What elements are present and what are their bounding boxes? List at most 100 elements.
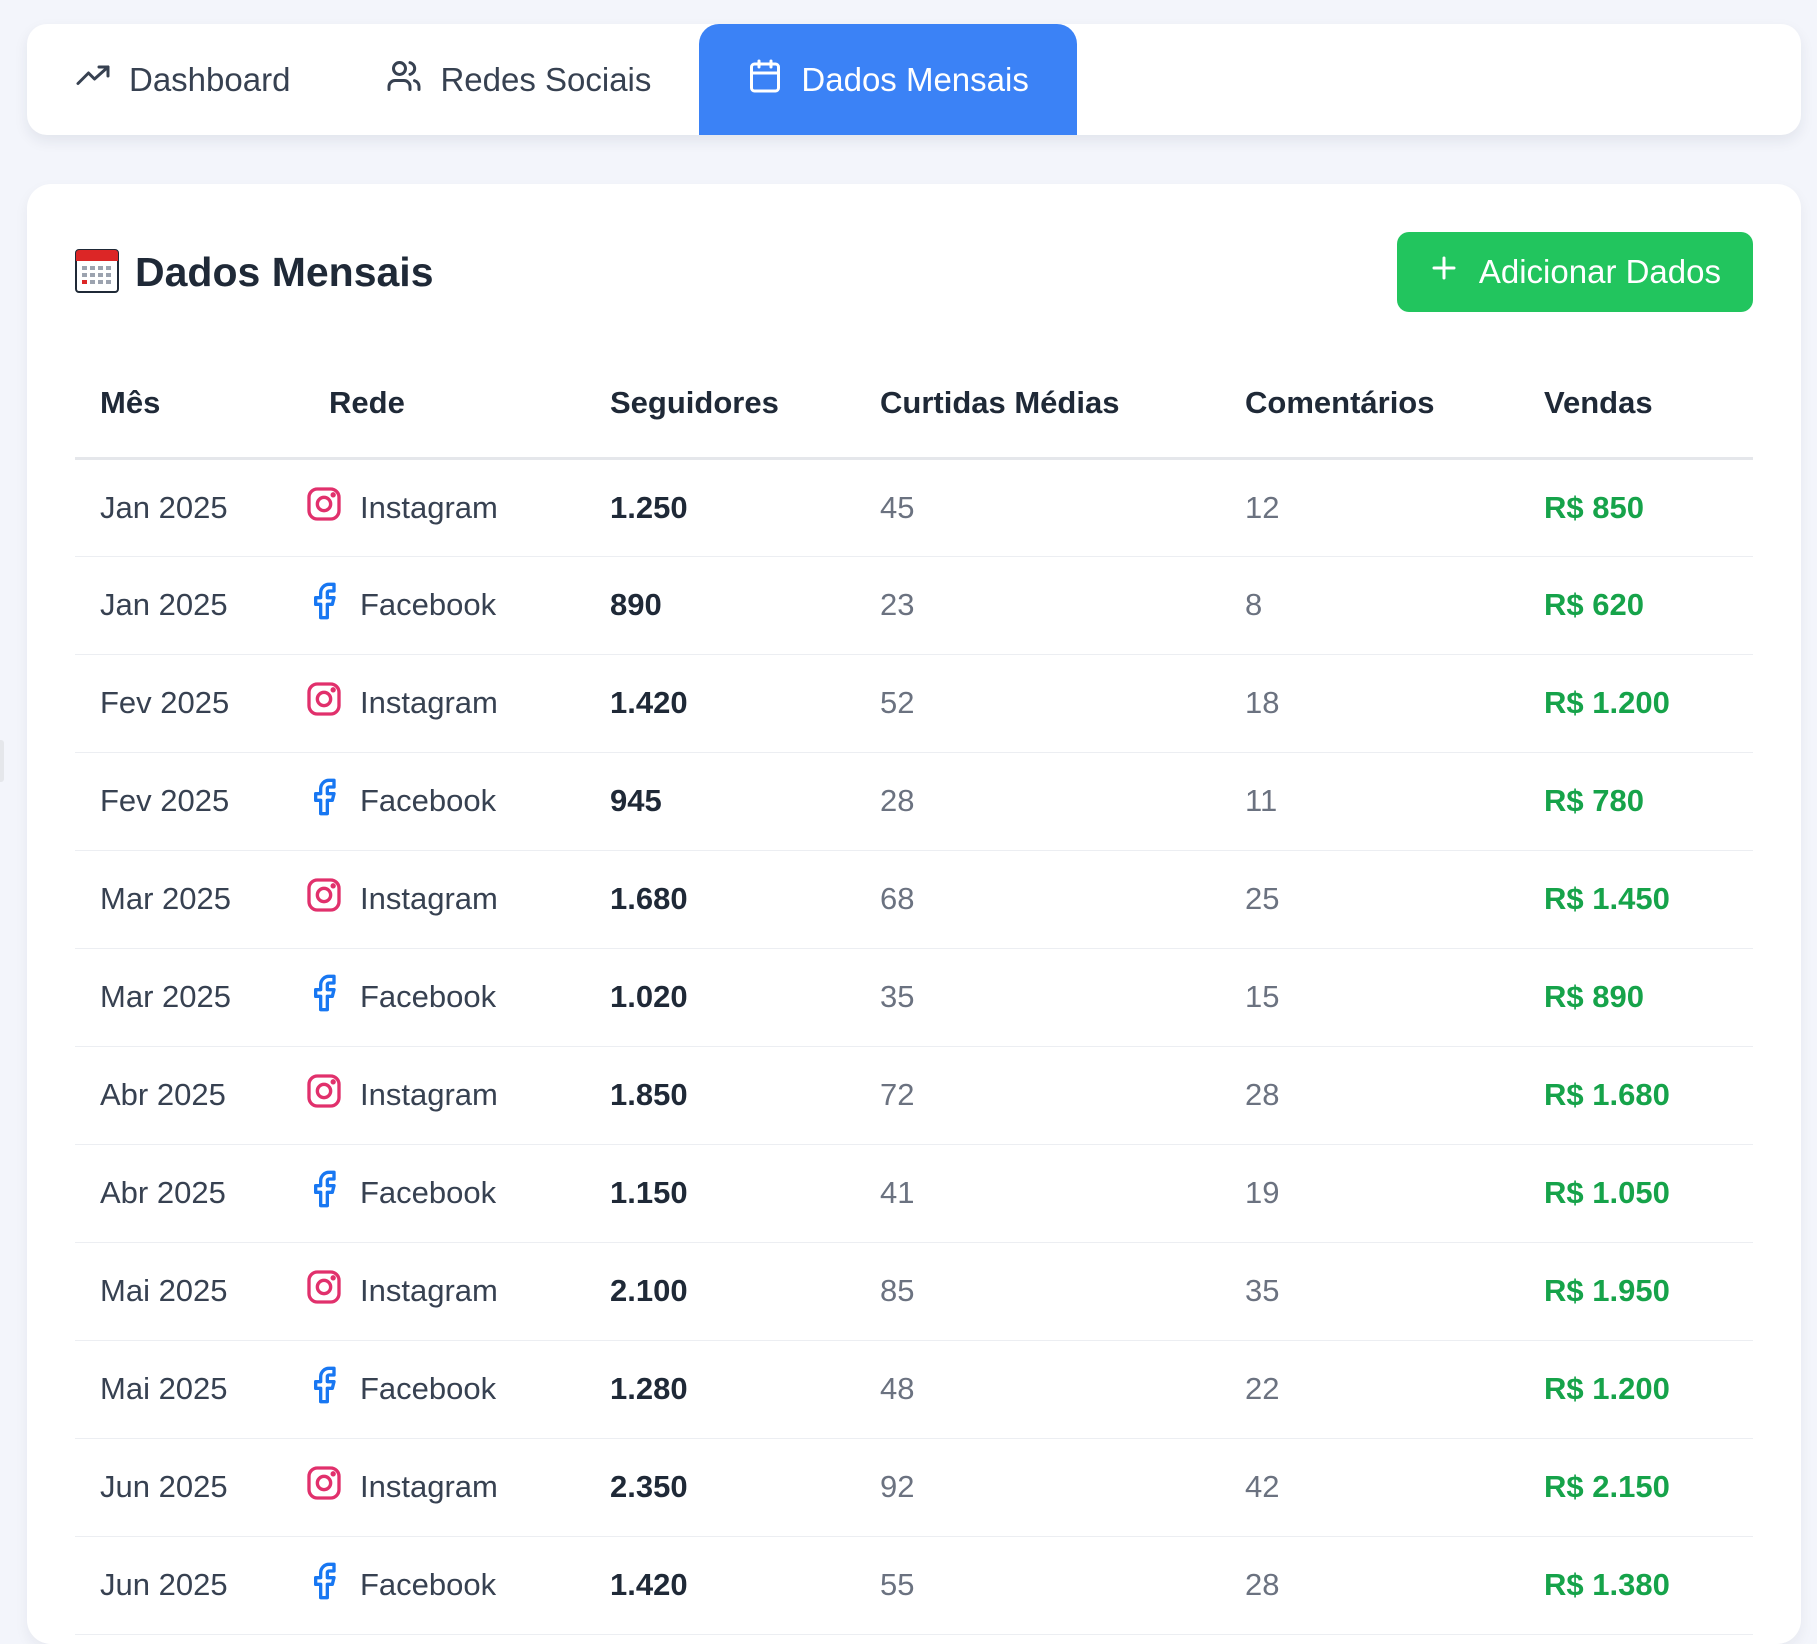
month-cell: Jun 2025 (75, 1438, 304, 1537)
followers-cell: 1.280 (585, 1340, 855, 1439)
table-row: Mar 2025 Instagram 1.680 68 25 R$ 1.450 (75, 850, 1753, 949)
tab-label: Redes Sociais (440, 60, 652, 98)
network-wrap: Facebook (304, 777, 585, 825)
month-cell: Mar 2025 (75, 850, 304, 949)
comments-cell: 19 (1220, 1144, 1519, 1243)
instagram-icon (304, 1463, 344, 1511)
likes-cell: 23 (855, 556, 1220, 655)
network-cell: Instagram (304, 654, 585, 753)
month-cell: Mar 2025 (75, 948, 304, 1047)
network-cell: Facebook (304, 1536, 585, 1635)
comments-cell: 8 (1220, 556, 1519, 655)
followers-cell: 890 (585, 556, 855, 655)
network-label: Instagram (360, 881, 498, 916)
trending-up-icon (75, 58, 111, 102)
table-row: Jun 2025 Instagram 2.350 92 42 R$ 2.150 (75, 1438, 1753, 1537)
comments-cell: 42 (1220, 1438, 1519, 1537)
followers-cell: 1.150 (585, 1144, 855, 1243)
edge-handle (0, 740, 4, 782)
sales-cell: R$ 890 (1519, 948, 1753, 1047)
sales-cell: R$ 780 (1519, 752, 1753, 851)
add-data-button[interactable]: Adicionar Dados (1396, 232, 1753, 312)
sales-cell: R$ 2.150 (1519, 1438, 1753, 1537)
table-row: Jan 2025 Instagram 1.250 45 12 R$ 850 (75, 458, 1753, 557)
sales-cell: R$ 1.200 (1519, 1340, 1753, 1439)
header-curtidas: Curtidas Médias (855, 350, 1220, 460)
facebook-icon (304, 1365, 344, 1413)
tab-label: Dashboard (129, 60, 291, 98)
instagram-icon (304, 679, 344, 727)
comments-cell: 11 (1220, 752, 1519, 851)
sales-cell: R$ 1.050 (1519, 1144, 1753, 1243)
calendar-emoji-icon (75, 247, 119, 298)
comments-cell: 35 (1220, 1242, 1519, 1341)
table-row: Abr 2025 Facebook 1.150 41 19 R$ 1.050 (75, 1144, 1753, 1243)
comments-cell: 28 (1220, 1536, 1519, 1635)
facebook-icon (304, 1561, 344, 1609)
tab-dashboard[interactable]: Dashboard (27, 24, 338, 135)
instagram-icon (304, 875, 344, 923)
likes-cell: 55 (855, 1536, 1220, 1635)
followers-cell: 1.420 (585, 1536, 855, 1635)
table-row: Jan 2025 Facebook 890 23 8 R$ 620 (75, 556, 1753, 655)
network-label: Instagram (360, 1077, 498, 1112)
header-rede: Rede (304, 350, 585, 460)
month-cell: Fev 2025 (75, 654, 304, 753)
facebook-icon (304, 777, 344, 825)
network-wrap: Facebook (304, 1365, 585, 1413)
instagram-icon (304, 484, 344, 532)
network-wrap: Instagram (304, 1463, 585, 1511)
table-header-row: Mês Rede Seguidores Curtidas Médias Come… (75, 350, 1753, 460)
followers-cell: 2.100 (585, 1242, 855, 1341)
month-cell: Fev 2025 (75, 752, 304, 851)
followers-cell: 2.350 (585, 1438, 855, 1537)
network-label: Instagram (360, 685, 498, 720)
table-row: Mai 2025 Instagram 2.100 85 35 R$ 1.950 (75, 1242, 1753, 1341)
table-row: Mar 2025 Facebook 1.020 35 15 R$ 890 (75, 948, 1753, 1047)
table-row: Fev 2025 Instagram 1.420 52 18 R$ 1.200 (75, 654, 1753, 753)
sales-cell: R$ 1.200 (1519, 654, 1753, 753)
month-cell: Mai 2025 (75, 1242, 304, 1341)
comments-cell: 25 (1220, 850, 1519, 949)
network-cell: Instagram (304, 1242, 585, 1341)
followers-cell: 1.850 (585, 1046, 855, 1145)
tab-dados-mensais[interactable]: Dados Mensais (699, 24, 1077, 135)
month-cell: Abr 2025 (75, 1144, 304, 1243)
plus-icon (1429, 253, 1459, 291)
tab-redes-sociais[interactable]: Redes Sociais (338, 24, 699, 135)
likes-cell: 48 (855, 1340, 1220, 1439)
likes-cell: 35 (855, 948, 1220, 1047)
instagram-icon (304, 1267, 344, 1315)
network-label: Instagram (360, 1469, 498, 1504)
network-label: Facebook (360, 587, 497, 622)
network-label: Instagram (360, 489, 498, 525)
table-row: Fev 2025 Facebook 945 28 11 R$ 780 (75, 752, 1753, 851)
table-body: Jan 2025 Instagram 1.250 45 12 R$ 850 Jan 202… (75, 458, 1753, 1635)
calendar-icon (747, 58, 783, 102)
sales-cell: R$ 620 (1519, 556, 1753, 655)
sales-cell: R$ 1.450 (1519, 850, 1753, 949)
facebook-icon (304, 973, 344, 1021)
likes-cell: 92 (855, 1438, 1220, 1537)
network-label: Facebook (360, 1175, 497, 1210)
network-label: Instagram (360, 1273, 498, 1308)
network-wrap: Facebook (304, 1169, 585, 1217)
users-icon (386, 58, 422, 102)
network-wrap: Facebook (304, 1561, 585, 1609)
network-wrap: Facebook (304, 581, 585, 629)
network-wrap: Instagram (304, 484, 585, 532)
followers-cell: 1.420 (585, 654, 855, 753)
month-cell: Jun 2025 (75, 1536, 304, 1635)
add-data-label: Adicionar Dados (1478, 253, 1721, 290)
monthly-data-card: Dados Mensais Adicionar Dados Mês Rede S… (27, 184, 1801, 1644)
instagram-icon (304, 1071, 344, 1119)
month-cell: Abr 2025 (75, 1046, 304, 1145)
followers-cell: 945 (585, 752, 855, 851)
comments-cell: 22 (1220, 1340, 1519, 1439)
table-row: Abr 2025 Instagram 1.850 72 28 R$ 1.680 (75, 1046, 1753, 1145)
network-wrap: Instagram (304, 679, 585, 727)
likes-cell: 41 (855, 1144, 1220, 1243)
facebook-icon (304, 581, 344, 629)
network-wrap: Instagram (304, 875, 585, 923)
table-row: Mai 2025 Facebook 1.280 48 22 R$ 1.200 (75, 1340, 1753, 1439)
